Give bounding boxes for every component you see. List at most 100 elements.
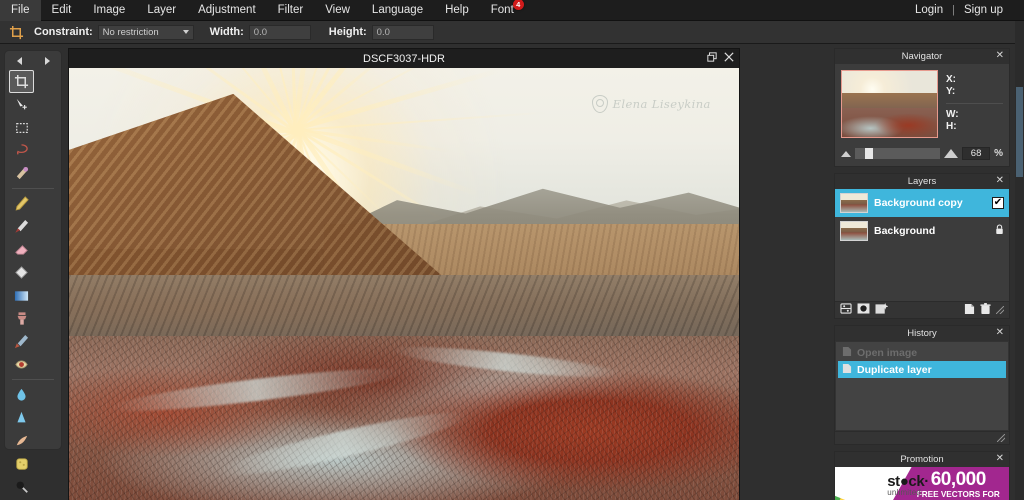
window-scrollbar-track[interactable]: [1015, 21, 1024, 500]
duplicate-layer-button[interactable]: [964, 303, 975, 318]
menu-layer[interactable]: Layer: [136, 0, 187, 21]
menu-font[interactable]: Font 4: [480, 0, 525, 21]
menubar: File Edit Image Layer Adjustment Filter …: [0, 0, 1024, 21]
menu-adjustment[interactable]: Adjustment: [187, 0, 267, 21]
height-value: 0.0: [376, 26, 390, 38]
tool-grid-3: [5, 383, 61, 500]
crop-icon: [6, 23, 26, 41]
gradient-tool[interactable]: [9, 284, 34, 307]
promotion-logo: st●ck· unlimited: [887, 473, 929, 498]
promotion-body: st●ck· unlimited 60,000 FREE VECTORS FOR…: [835, 467, 1009, 500]
promotion-ad[interactable]: st●ck· unlimited 60,000 FREE VECTORS FOR…: [835, 467, 1009, 500]
menu-language[interactable]: Language: [361, 0, 434, 21]
delete-layer-button[interactable]: [980, 302, 991, 318]
zoom-slider[interactable]: [855, 148, 941, 159]
navigator-close-icon[interactable]: ✕: [996, 50, 1004, 61]
menu-layer-label: Layer: [147, 3, 177, 16]
dodge-tool[interactable]: [9, 475, 34, 498]
menu-help[interactable]: Help: [434, 0, 480, 21]
tool-divider-1: [12, 188, 54, 189]
layer-visibility-checkbox[interactable]: ✔: [992, 197, 1004, 209]
height-label: Height:: [328, 26, 367, 38]
menu-edit[interactable]: Edit: [41, 0, 83, 21]
retouch-tool[interactable]: [9, 330, 34, 353]
magic-wand-tool[interactable]: [9, 162, 34, 185]
navigator-thumbnail[interactable]: [841, 70, 938, 138]
layers-panel: Layers ✕ Background copy ✔ Background: [834, 173, 1010, 319]
blur-tool[interactable]: [9, 383, 34, 406]
eraser-tool[interactable]: [9, 238, 34, 261]
history-footer: [835, 431, 1009, 444]
layer-settings-button[interactable]: [840, 303, 852, 317]
width-input[interactable]: 0.0: [248, 24, 311, 40]
navigator-divider: [946, 103, 1003, 104]
history-panel: History ✕ Open image Duplicate layer: [834, 325, 1010, 445]
promotion-band-white: [835, 467, 890, 500]
brush-tool[interactable]: [9, 215, 34, 238]
marquee-select-tool[interactable]: [9, 116, 34, 139]
menu-file-label: File: [11, 3, 30, 16]
history-close-icon[interactable]: ✕: [996, 327, 1004, 338]
history-item-label: Duplicate layer: [857, 363, 932, 376]
layers-close-icon[interactable]: ✕: [996, 175, 1004, 186]
promotion-brand-line1: st●ck·: [887, 473, 929, 490]
move-tool[interactable]: [9, 93, 34, 116]
font-badge: 4: [512, 0, 524, 10]
promotion-close-icon[interactable]: ✕: [996, 453, 1004, 464]
history-header: History ✕: [835, 326, 1009, 341]
tool-prev-button[interactable]: [5, 54, 33, 68]
zoom-in-icon[interactable]: [944, 149, 959, 158]
window-scrollbar-thumb[interactable]: [1016, 87, 1023, 177]
history-item[interactable]: Open image: [838, 344, 1006, 361]
signup-button[interactable]: Sign up: [957, 0, 1010, 21]
navigator-x-row: X:: [946, 74, 1003, 86]
height-input[interactable]: 0.0: [371, 24, 434, 40]
red-eye-tool[interactable]: [9, 353, 34, 376]
history-item[interactable]: Duplicate layer: [838, 361, 1006, 378]
layer-thumbnail: [840, 221, 868, 241]
constraint-value: No restriction: [102, 26, 159, 38]
tool-next-button[interactable]: [33, 54, 61, 68]
paint-bucket-tool[interactable]: [9, 261, 34, 284]
sharpen-tool[interactable]: [9, 406, 34, 429]
right-panel-stack: Navigator ✕ X: Y: W: H: 68 % Layers ✕ Ba…: [834, 48, 1010, 500]
layer-row[interactable]: Background copy ✔: [835, 189, 1009, 217]
clone-stamp-tool[interactable]: [9, 307, 34, 330]
menu-filter[interactable]: Filter: [267, 0, 315, 21]
lasso-tool[interactable]: [9, 139, 34, 162]
document-titlebar[interactable]: DSCF3037-HDR: [69, 49, 739, 68]
crop-tool[interactable]: [9, 70, 34, 93]
tool-divider-2: [12, 379, 54, 380]
menu-view[interactable]: View: [314, 0, 361, 21]
tools-panel: A: [4, 50, 62, 493]
smudge-tool[interactable]: [9, 429, 34, 452]
layer-row[interactable]: Background: [835, 217, 1009, 245]
pencil-tool[interactable]: [9, 192, 34, 215]
menu-image[interactable]: Image: [82, 0, 136, 21]
navigator-title: Navigator: [901, 51, 943, 62]
image-canvas[interactable]: Elena Liseykina: [69, 68, 739, 500]
add-layer-button[interactable]: [875, 302, 889, 318]
zoom-unit-label: %: [994, 148, 1003, 159]
constraint-select[interactable]: No restriction: [97, 24, 194, 40]
layer-mask-button[interactable]: [857, 303, 870, 317]
restore-window-icon[interactable]: [707, 52, 717, 65]
navigator-x-label: X:: [946, 74, 956, 85]
menu-adjustment-label: Adjustment: [198, 3, 256, 16]
document-window-controls: [707, 52, 734, 65]
navigator-w-label: W:: [946, 109, 959, 120]
chevron-right-icon: [44, 57, 50, 65]
layer-list-empty-space: [835, 245, 1009, 273]
history-resize-handle[interactable]: [997, 434, 1005, 442]
zoom-slider-knob[interactable]: [865, 148, 873, 159]
close-icon[interactable]: [724, 52, 734, 65]
photo-editor-app: File Edit Image Layer Adjustment Filter …: [0, 0, 1024, 500]
sponge-tool[interactable]: [9, 452, 34, 475]
login-button[interactable]: Login: [908, 0, 950, 21]
layer-name: Background: [874, 225, 936, 237]
zoom-out-icon[interactable]: [841, 150, 851, 157]
layer-thumbnail: [840, 193, 868, 213]
layers-resize-handle[interactable]: [996, 306, 1004, 314]
zoom-value-input[interactable]: 68: [962, 147, 991, 160]
menu-file[interactable]: File: [0, 0, 41, 21]
